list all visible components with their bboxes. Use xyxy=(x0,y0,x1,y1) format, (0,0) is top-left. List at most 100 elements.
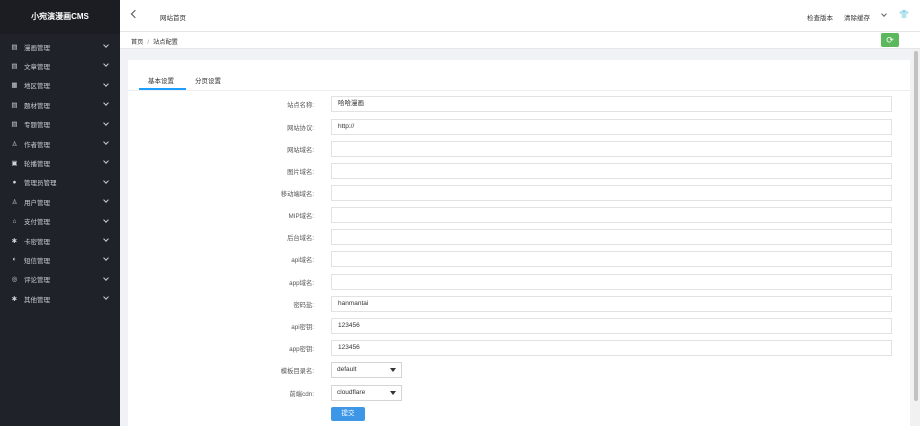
form-row-site-domain: 网站域名: xyxy=(128,141,910,157)
scrollbar-thumb[interactable] xyxy=(914,51,918,401)
home-link[interactable]: 网站首页 xyxy=(160,12,186,22)
sidebar-item-label: 轮播管理 xyxy=(24,161,50,169)
breadcrumb-current: 站点配置 xyxy=(153,39,178,46)
app-logo[interactable]: 小宛演漫画CMS xyxy=(0,0,120,34)
form-row-mip-domain: MIP域名: xyxy=(128,207,910,223)
sidebar-item-authors[interactable]: ♙ 作者管理 xyxy=(0,134,120,153)
sidebar-item-label: 地区管理 xyxy=(24,83,50,91)
field-label: api域名: xyxy=(291,257,314,264)
breadcrumb-separator: / xyxy=(147,39,150,46)
site-name-input[interactable]: 哈哈漫画 xyxy=(331,96,892,112)
admin-domain-input[interactable] xyxy=(331,229,892,245)
chevron-down-icon xyxy=(103,158,109,165)
chevron-down-icon xyxy=(103,255,109,262)
sidebar-item-label: 题材管理 xyxy=(24,102,50,110)
tab-paging-settings[interactable]: 分页设置 xyxy=(195,75,221,85)
site-domain-input[interactable] xyxy=(331,141,892,157)
field-label: 图片域名: xyxy=(287,169,314,176)
sidebar-menu: ▤ 漫画管理 ▤ 文章管理 ▦ 地区管理 ▤ 题材管理 ▤ 专题管理 ♙ 作者管理 ▣ 轮播管… xyxy=(0,37,120,308)
field-label: 站点名称: xyxy=(287,102,314,109)
tab-basic-settings[interactable]: 基本设置 xyxy=(148,75,174,85)
chevron-down-icon[interactable] xyxy=(881,11,887,17)
sidebar-item-users[interactable]: ♙ 用户管理 xyxy=(0,192,120,211)
refresh-icon: ⟳ xyxy=(886,35,894,45)
chevron-down-icon xyxy=(103,61,109,68)
carousel-icon: ▣ xyxy=(11,160,18,168)
check-version-link[interactable]: 检查版本 xyxy=(807,12,833,22)
form-row-api-key: api密钥: 123456 xyxy=(128,318,910,334)
cdn-select-value: cloudflare xyxy=(337,389,366,396)
cdn-select[interactable]: cloudflare xyxy=(331,385,402,401)
sidebar-item-sms[interactable]: ◐ 短信管理 xyxy=(0,250,120,269)
file-icon: ▤ xyxy=(11,63,18,71)
chevron-down-icon xyxy=(103,216,109,223)
mobile-domain-input[interactable] xyxy=(331,185,892,201)
submit-button[interactable]: 提交 xyxy=(331,407,365,421)
form-row-admin-domain: 后台域名: xyxy=(128,229,910,245)
sidebar-item-admins[interactable]: ● 管理员管理 xyxy=(0,173,120,192)
sidebar-item-articles[interactable]: ▤ 文章管理 xyxy=(0,56,120,75)
password-salt-input[interactable]: hanmantai xyxy=(331,296,892,312)
clear-cache-link[interactable]: 清除缓存 xyxy=(844,12,870,22)
field-label: 模板目录名: xyxy=(280,368,314,375)
form-row-password-salt: 密码盐: hanmantai xyxy=(128,296,910,312)
sidebar: 小宛演漫画CMS ▤ 漫画管理 ▤ 文章管理 ▦ 地区管理 ▤ 题材管理 ▤ 专题管理 ♙… xyxy=(0,0,120,426)
template-select[interactable]: default xyxy=(331,362,402,378)
chevron-down-icon xyxy=(103,119,109,126)
chevron-down-icon xyxy=(103,42,109,48)
sidebar-item-label: 用户管理 xyxy=(24,199,50,207)
chevron-down-icon xyxy=(103,139,109,145)
field-label: 网站协议: xyxy=(287,125,314,132)
field-label: 移动端域名: xyxy=(280,191,314,198)
location-icon: ▦ xyxy=(11,82,18,90)
breadcrumb: 首页 / 站点配置 xyxy=(131,37,178,46)
chevron-down-icon xyxy=(103,294,109,300)
settings-panel: 基本设置 分页设置 站点名称: 哈哈漫画 网站协议: http:// 网站域名: 图… xyxy=(128,60,910,426)
key-icon: ✱ xyxy=(11,237,18,245)
form-row-image-domain: 图片域名: xyxy=(128,163,910,179)
field-label: 后台域名: xyxy=(287,235,314,242)
mip-domain-input[interactable] xyxy=(331,207,892,223)
sidebar-item-label: 评论管理 xyxy=(24,277,50,285)
api-domain-input[interactable] xyxy=(331,251,892,267)
field-label: 网站域名: xyxy=(287,147,314,154)
form-row-cdn: 前端cdn: cloudflare xyxy=(128,385,910,401)
app-domain-input[interactable] xyxy=(331,274,892,290)
protocol-input[interactable]: http:// xyxy=(331,119,892,135)
breadcrumb-home[interactable]: 首页 xyxy=(131,39,143,46)
image-domain-input[interactable] xyxy=(331,163,892,179)
form-row-template: 模板目录名: default xyxy=(128,362,910,378)
sidebar-item-cardkeys[interactable]: ✱ 卡密管理 xyxy=(0,231,120,250)
book-icon: ▤ xyxy=(11,43,18,51)
sidebar-item-label: 其他管理 xyxy=(24,296,50,304)
field-label: app密钥: xyxy=(289,346,314,353)
refresh-button[interactable]: ⟳ xyxy=(881,33,899,47)
chevron-left-icon[interactable] xyxy=(130,9,140,19)
admin-icon: ● xyxy=(12,178,17,186)
form-row-mobile-domain: 移动端域名: xyxy=(128,185,910,201)
users-icon: ♙ xyxy=(11,198,18,206)
form-row-api-domain: api域名: xyxy=(128,251,910,267)
api-key-input[interactable]: 123456 xyxy=(331,318,892,334)
theme-shirt-icon[interactable]: 👕 xyxy=(899,10,909,19)
cart-icon: ⌂ xyxy=(12,217,17,225)
sidebar-item-comics[interactable]: ▤ 漫画管理 xyxy=(0,37,120,56)
sidebar-item-carousel[interactable]: ▣ 轮播管理 xyxy=(0,153,120,172)
sidebar-item-other[interactable]: ✱ 其他管理 xyxy=(0,289,120,308)
form-row-protocol: 网站协议: http:// xyxy=(128,119,910,135)
caret-down-icon xyxy=(390,391,396,395)
sidebar-item-label: 专题管理 xyxy=(24,122,50,130)
app-key-input[interactable]: 123456 xyxy=(331,340,892,356)
sidebar-item-regions[interactable]: ▦ 地区管理 xyxy=(0,76,120,95)
tab-divider xyxy=(128,90,910,91)
sidebar-item-comments[interactable]: ◎ 评论管理 xyxy=(0,270,120,289)
page-scrollbar[interactable] xyxy=(912,49,920,426)
field-label: 前端cdn: xyxy=(289,391,315,398)
sidebar-item-genres[interactable]: ▤ 题材管理 xyxy=(0,95,120,114)
sidebar-item-topics[interactable]: ▤ 专题管理 xyxy=(0,115,120,134)
user-icon: ♙ xyxy=(11,140,18,148)
chevron-down-icon xyxy=(103,80,109,87)
sidebar-item-payment[interactable]: ⌂ 支付管理 xyxy=(0,212,120,231)
sidebar-item-label: 文章管理 xyxy=(24,64,50,72)
settings-icon: ✱ xyxy=(11,295,18,303)
